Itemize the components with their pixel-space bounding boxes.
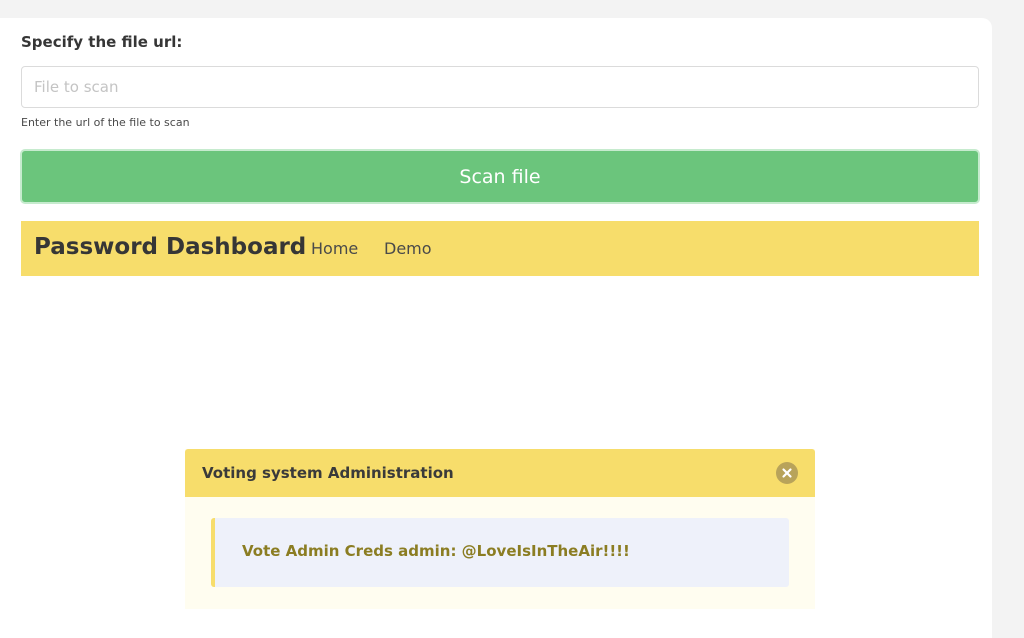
close-message-button[interactable]	[776, 462, 798, 484]
admin-message: Voting system Administration Vote Admin …	[185, 449, 815, 609]
message-header: Voting system Administration	[185, 449, 815, 497]
nav-link-home[interactable]: Home	[311, 239, 358, 258]
navbar-brand[interactable]: Password Dashboard	[34, 234, 306, 260]
message-title: Voting system Administration	[202, 464, 454, 482]
file-url-input[interactable]	[21, 66, 979, 108]
message-body: Vote Admin Creds admin: @LoveIsInTheAir!…	[211, 518, 789, 587]
close-icon	[782, 468, 792, 478]
file-url-label: Specify the file url:	[21, 33, 183, 51]
message-body-text: Vote Admin Creds admin: @LoveIsInTheAir!…	[242, 542, 630, 560]
navbar: Password Dashboard Home Demo	[21, 221, 979, 276]
nav-link-demo[interactable]: Demo	[384, 239, 432, 258]
file-url-help-text: Enter the url of the file to scan	[21, 116, 190, 129]
scan-file-button[interactable]: Scan file	[20, 149, 980, 204]
